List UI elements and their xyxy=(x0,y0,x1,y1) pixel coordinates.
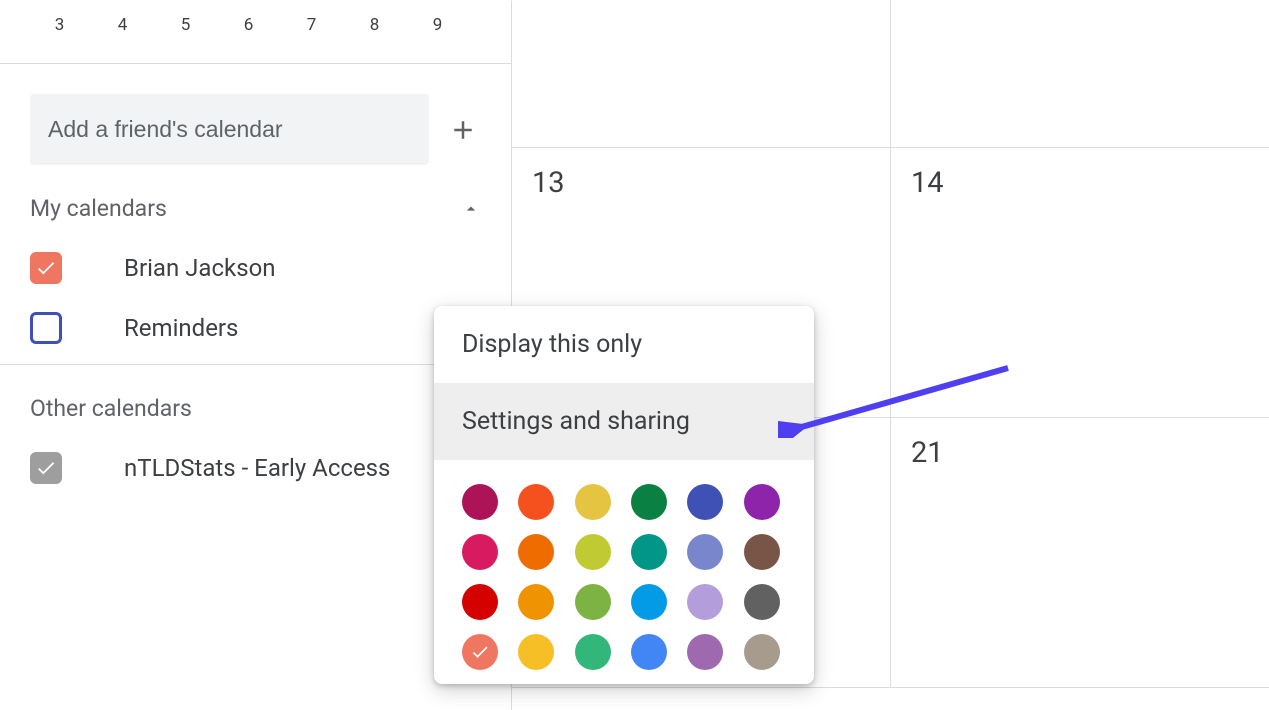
mini-day[interactable]: 3 xyxy=(28,15,91,35)
calendar-options-popup: Display this only Settings and sharing xyxy=(434,306,814,684)
color-swatch[interactable] xyxy=(744,634,780,670)
color-swatch[interactable] xyxy=(462,484,498,520)
mini-day[interactable]: 7 xyxy=(280,15,343,35)
plus-icon[interactable] xyxy=(445,112,481,148)
section-title: Other calendars xyxy=(30,395,192,422)
color-swatch[interactable] xyxy=(687,634,723,670)
color-swatch[interactable] xyxy=(631,634,667,670)
color-swatch[interactable] xyxy=(518,534,554,570)
color-swatch[interactable] xyxy=(462,634,498,670)
color-swatch[interactable] xyxy=(462,534,498,570)
color-swatch[interactable] xyxy=(631,484,667,520)
color-swatch[interactable] xyxy=(744,584,780,620)
add-friend-input[interactable] xyxy=(30,94,429,165)
mini-day[interactable]: 4 xyxy=(91,15,154,35)
color-swatch[interactable] xyxy=(687,484,723,520)
grid-cell[interactable] xyxy=(890,0,1269,147)
color-swatch[interactable] xyxy=(518,634,554,670)
calendar-item-reminders[interactable]: Reminders xyxy=(30,298,481,358)
color-swatch[interactable] xyxy=(575,484,611,520)
calendar-checkbox[interactable] xyxy=(30,452,62,484)
grid-cell-14[interactable]: 14 xyxy=(890,148,1269,417)
color-swatch[interactable] xyxy=(518,484,554,520)
color-swatch[interactable] xyxy=(575,634,611,670)
calendar-checkbox[interactable] xyxy=(30,312,62,344)
chevron-up-icon[interactable] xyxy=(461,199,481,219)
calendar-item-ntldstats[interactable]: nTLDStats - Early Access xyxy=(30,438,481,498)
section-title: My calendars xyxy=(30,195,167,222)
color-swatch[interactable] xyxy=(462,584,498,620)
color-swatch[interactable] xyxy=(744,534,780,570)
color-swatch[interactable] xyxy=(518,584,554,620)
mini-day[interactable]: 9 xyxy=(406,15,469,35)
mini-day[interactable]: 6 xyxy=(217,15,280,35)
color-swatch[interactable] xyxy=(744,484,780,520)
mini-day[interactable]: 8 xyxy=(343,15,406,35)
calendar-label: Brian Jackson xyxy=(92,254,276,282)
calendar-label: Reminders xyxy=(92,314,238,342)
calendar-label: nTLDStats - Early Access xyxy=(92,454,390,482)
grid-row xyxy=(512,0,1269,148)
color-swatch[interactable] xyxy=(575,534,611,570)
add-friend-row xyxy=(0,64,511,165)
display-only-option[interactable]: Display this only xyxy=(434,306,814,383)
settings-sharing-option[interactable]: Settings and sharing xyxy=(434,383,814,460)
color-picker xyxy=(434,460,814,676)
calendar-item-brian[interactable]: Brian Jackson xyxy=(30,238,481,298)
color-swatch[interactable] xyxy=(687,584,723,620)
mini-calendar-row: 3 4 5 6 7 8 9 xyxy=(0,1,511,63)
grid-cell[interactable] xyxy=(512,0,890,147)
color-swatch[interactable] xyxy=(687,534,723,570)
my-calendars-header[interactable]: My calendars xyxy=(0,165,511,232)
color-swatch[interactable] xyxy=(631,534,667,570)
color-swatch[interactable] xyxy=(575,584,611,620)
grid-cell-21[interactable]: 21 xyxy=(890,418,1269,687)
calendar-checkbox[interactable] xyxy=(30,252,62,284)
mini-day[interactable]: 5 xyxy=(154,15,217,35)
color-swatch[interactable] xyxy=(631,584,667,620)
